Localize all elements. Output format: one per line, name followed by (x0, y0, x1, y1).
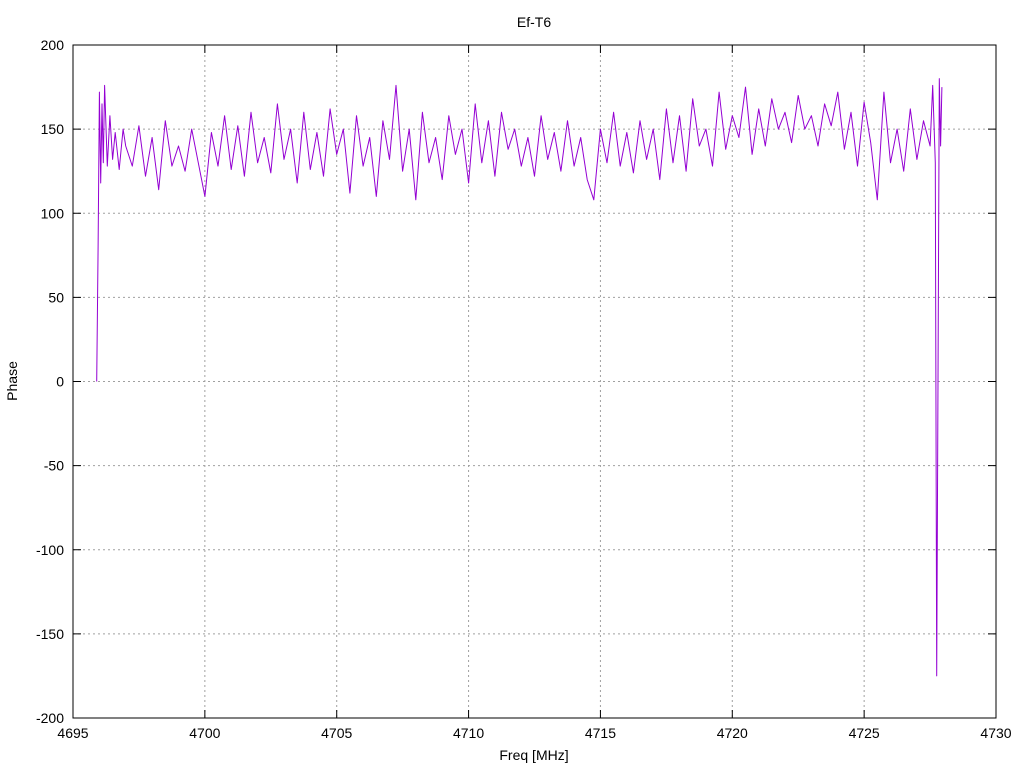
x-tick-label: 4725 (849, 725, 880, 741)
series-group (96, 78, 943, 677)
y-tick-label: 0 (56, 374, 64, 390)
phase-series-line (96, 78, 943, 677)
y-tick-label: 100 (41, 205, 65, 221)
y-axis-title: Phase (4, 361, 20, 401)
y-tick-label: -150 (36, 626, 64, 642)
x-tick-label: 4705 (321, 725, 352, 741)
y-tick-label: -200 (36, 710, 64, 726)
axis-ticks: 4695 4700 4705 4710 4715 4720 4725 4730 -200 -150… (36, 37, 1012, 741)
y-tick-label: 200 (41, 37, 65, 53)
grid (73, 45, 996, 718)
y-tick-label: 150 (41, 121, 65, 137)
x-tick-label: 4730 (980, 725, 1011, 741)
y-tick-label: -50 (44, 458, 64, 474)
chart-title: Ef-T6 (517, 14, 551, 30)
x-tick-label: 4715 (585, 725, 616, 741)
x-tick-label: 4700 (189, 725, 220, 741)
y-tick-label: 50 (48, 289, 64, 305)
phase-chart: Ef-T6 4695 4700 4705 4710 4715 4720 4725 4730 -2… (4, 14, 1012, 763)
x-tick-label: 4720 (717, 725, 748, 741)
x-tick-label: 4710 (453, 725, 484, 741)
x-tick-label: 4695 (57, 725, 88, 741)
y-tick-label: -100 (36, 542, 64, 558)
x-axis-title: Freq [MHz] (499, 747, 568, 763)
